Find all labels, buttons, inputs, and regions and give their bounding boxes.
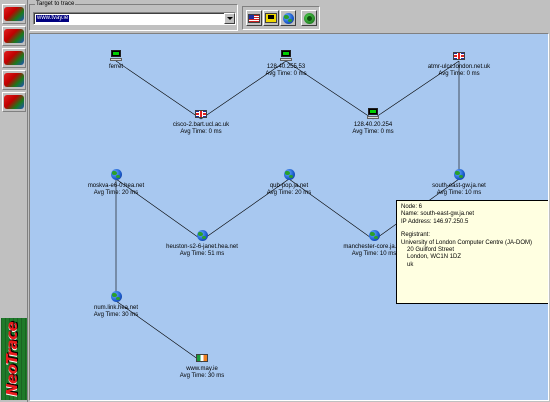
target-input-value[interactable]: www.tvay.ie bbox=[36, 15, 70, 22]
trace-icon bbox=[4, 7, 24, 21]
report-icon bbox=[4, 73, 24, 87]
left-toolbar: NeoTrace bbox=[0, 0, 28, 402]
chevron-down-icon bbox=[226, 17, 233, 20]
view-toolbar bbox=[242, 6, 320, 30]
computer-icon bbox=[280, 50, 292, 62]
map-view-button[interactable] bbox=[280, 10, 296, 26]
flag-uk-icon bbox=[195, 108, 207, 120]
node-avg-time: Avg Time: 20 ms bbox=[93, 190, 139, 196]
node-name: 128.40.255.53 bbox=[266, 64, 306, 70]
tooltip-node: Node: 6 bbox=[401, 204, 423, 210]
logo-text: NeoTrace bbox=[3, 321, 21, 396]
node-avg-time: Avg Time: 51 ms bbox=[179, 251, 225, 257]
tooltip-name: Name: south-east-gw.ja.net bbox=[401, 211, 475, 218]
node-name: atmr-ulcc.london.net.uk bbox=[427, 64, 491, 70]
node-avg-time: Avg Time: 30 ms bbox=[179, 373, 225, 379]
node-avg-time: Avg Time: 0 ms bbox=[352, 129, 394, 135]
node-avg-time: Avg Time: 30 ms bbox=[93, 312, 139, 318]
globe-icon bbox=[368, 230, 380, 242]
globe-icon bbox=[110, 291, 122, 303]
node-avg-time: Avg Time: 10 ms bbox=[436, 190, 482, 196]
refresh-button[interactable] bbox=[301, 10, 317, 26]
help-icon bbox=[4, 95, 24, 109]
stop-icon bbox=[4, 29, 24, 43]
globe-icon bbox=[453, 169, 465, 181]
options-button[interactable] bbox=[2, 48, 26, 68]
graph-view-button[interactable] bbox=[263, 10, 279, 26]
globe-icon bbox=[282, 12, 294, 24]
node-name: moskva-e6-0.hea.net bbox=[87, 183, 145, 189]
globe-icon bbox=[110, 169, 122, 181]
computer-icon bbox=[367, 108, 379, 120]
neotrace-logo: NeoTrace bbox=[1, 318, 27, 400]
target-dropdown-button[interactable] bbox=[224, 13, 235, 24]
node-name: south-east-gw.ja.net bbox=[432, 183, 486, 189]
tooltip-registrant: University of London Computer Centre (JA… bbox=[401, 239, 533, 246]
tooltip-address-line-1: 20 Guilford Street bbox=[407, 247, 455, 254]
node-name: heuston-s2-6-janet.hea.net bbox=[166, 244, 238, 250]
options-icon bbox=[4, 51, 24, 65]
tooltip-registrant-label: Registrant: bbox=[401, 232, 431, 239]
refresh-icon bbox=[303, 12, 315, 24]
node-avg-time: Avg Time: 20 ms bbox=[266, 190, 312, 196]
trace-graph-canvas[interactable]: ferret 128.40.255.53 Avg Time: 0 ms atmr… bbox=[29, 33, 549, 401]
tooltip-address-line-3: uk bbox=[407, 261, 414, 268]
node-avg-time: Avg Time: 0 ms bbox=[438, 71, 480, 77]
target-group: Target to trace www.tvay.ie bbox=[29, 0, 238, 31]
node-name: qub-pop.ja.net bbox=[269, 183, 309, 189]
globe-icon bbox=[196, 230, 208, 242]
node-name: www.may.ie bbox=[186, 366, 218, 372]
report-button[interactable] bbox=[2, 70, 26, 90]
node-name: ferret bbox=[108, 64, 123, 70]
target-input[interactable]: www.tvay.ie bbox=[33, 12, 236, 25]
trace-button[interactable] bbox=[2, 4, 26, 24]
node-avg-time: Avg Time: 0 ms bbox=[180, 129, 222, 135]
node-name: num.link.hea.net bbox=[93, 305, 139, 311]
tooltip-address-line-2: London, WC1N 1DZ bbox=[407, 254, 462, 261]
flag-us-icon bbox=[248, 13, 260, 23]
flag-uk-icon bbox=[453, 50, 465, 62]
tooltip-ip: IP Address: 146.97.250.5 bbox=[401, 218, 469, 225]
computer-icon bbox=[110, 50, 122, 62]
node-avg-time: Avg Time: 0 ms bbox=[265, 71, 307, 77]
target-group-title: Target to trace bbox=[35, 0, 76, 8]
node-name: cisco-2.bart.ucl.ac.uk bbox=[172, 122, 230, 128]
monitor-icon bbox=[265, 13, 277, 23]
node-name: 128.40.20.254 bbox=[353, 122, 393, 128]
node-info-tooltip: Node: 6 Name: south-east-gw.ja.net IP Ad… bbox=[396, 200, 548, 304]
list-view-button[interactable] bbox=[246, 10, 262, 26]
globe-icon bbox=[283, 169, 295, 181]
stop-button[interactable] bbox=[2, 26, 26, 46]
help-button[interactable] bbox=[2, 92, 26, 112]
flag-ie-icon bbox=[196, 352, 208, 364]
